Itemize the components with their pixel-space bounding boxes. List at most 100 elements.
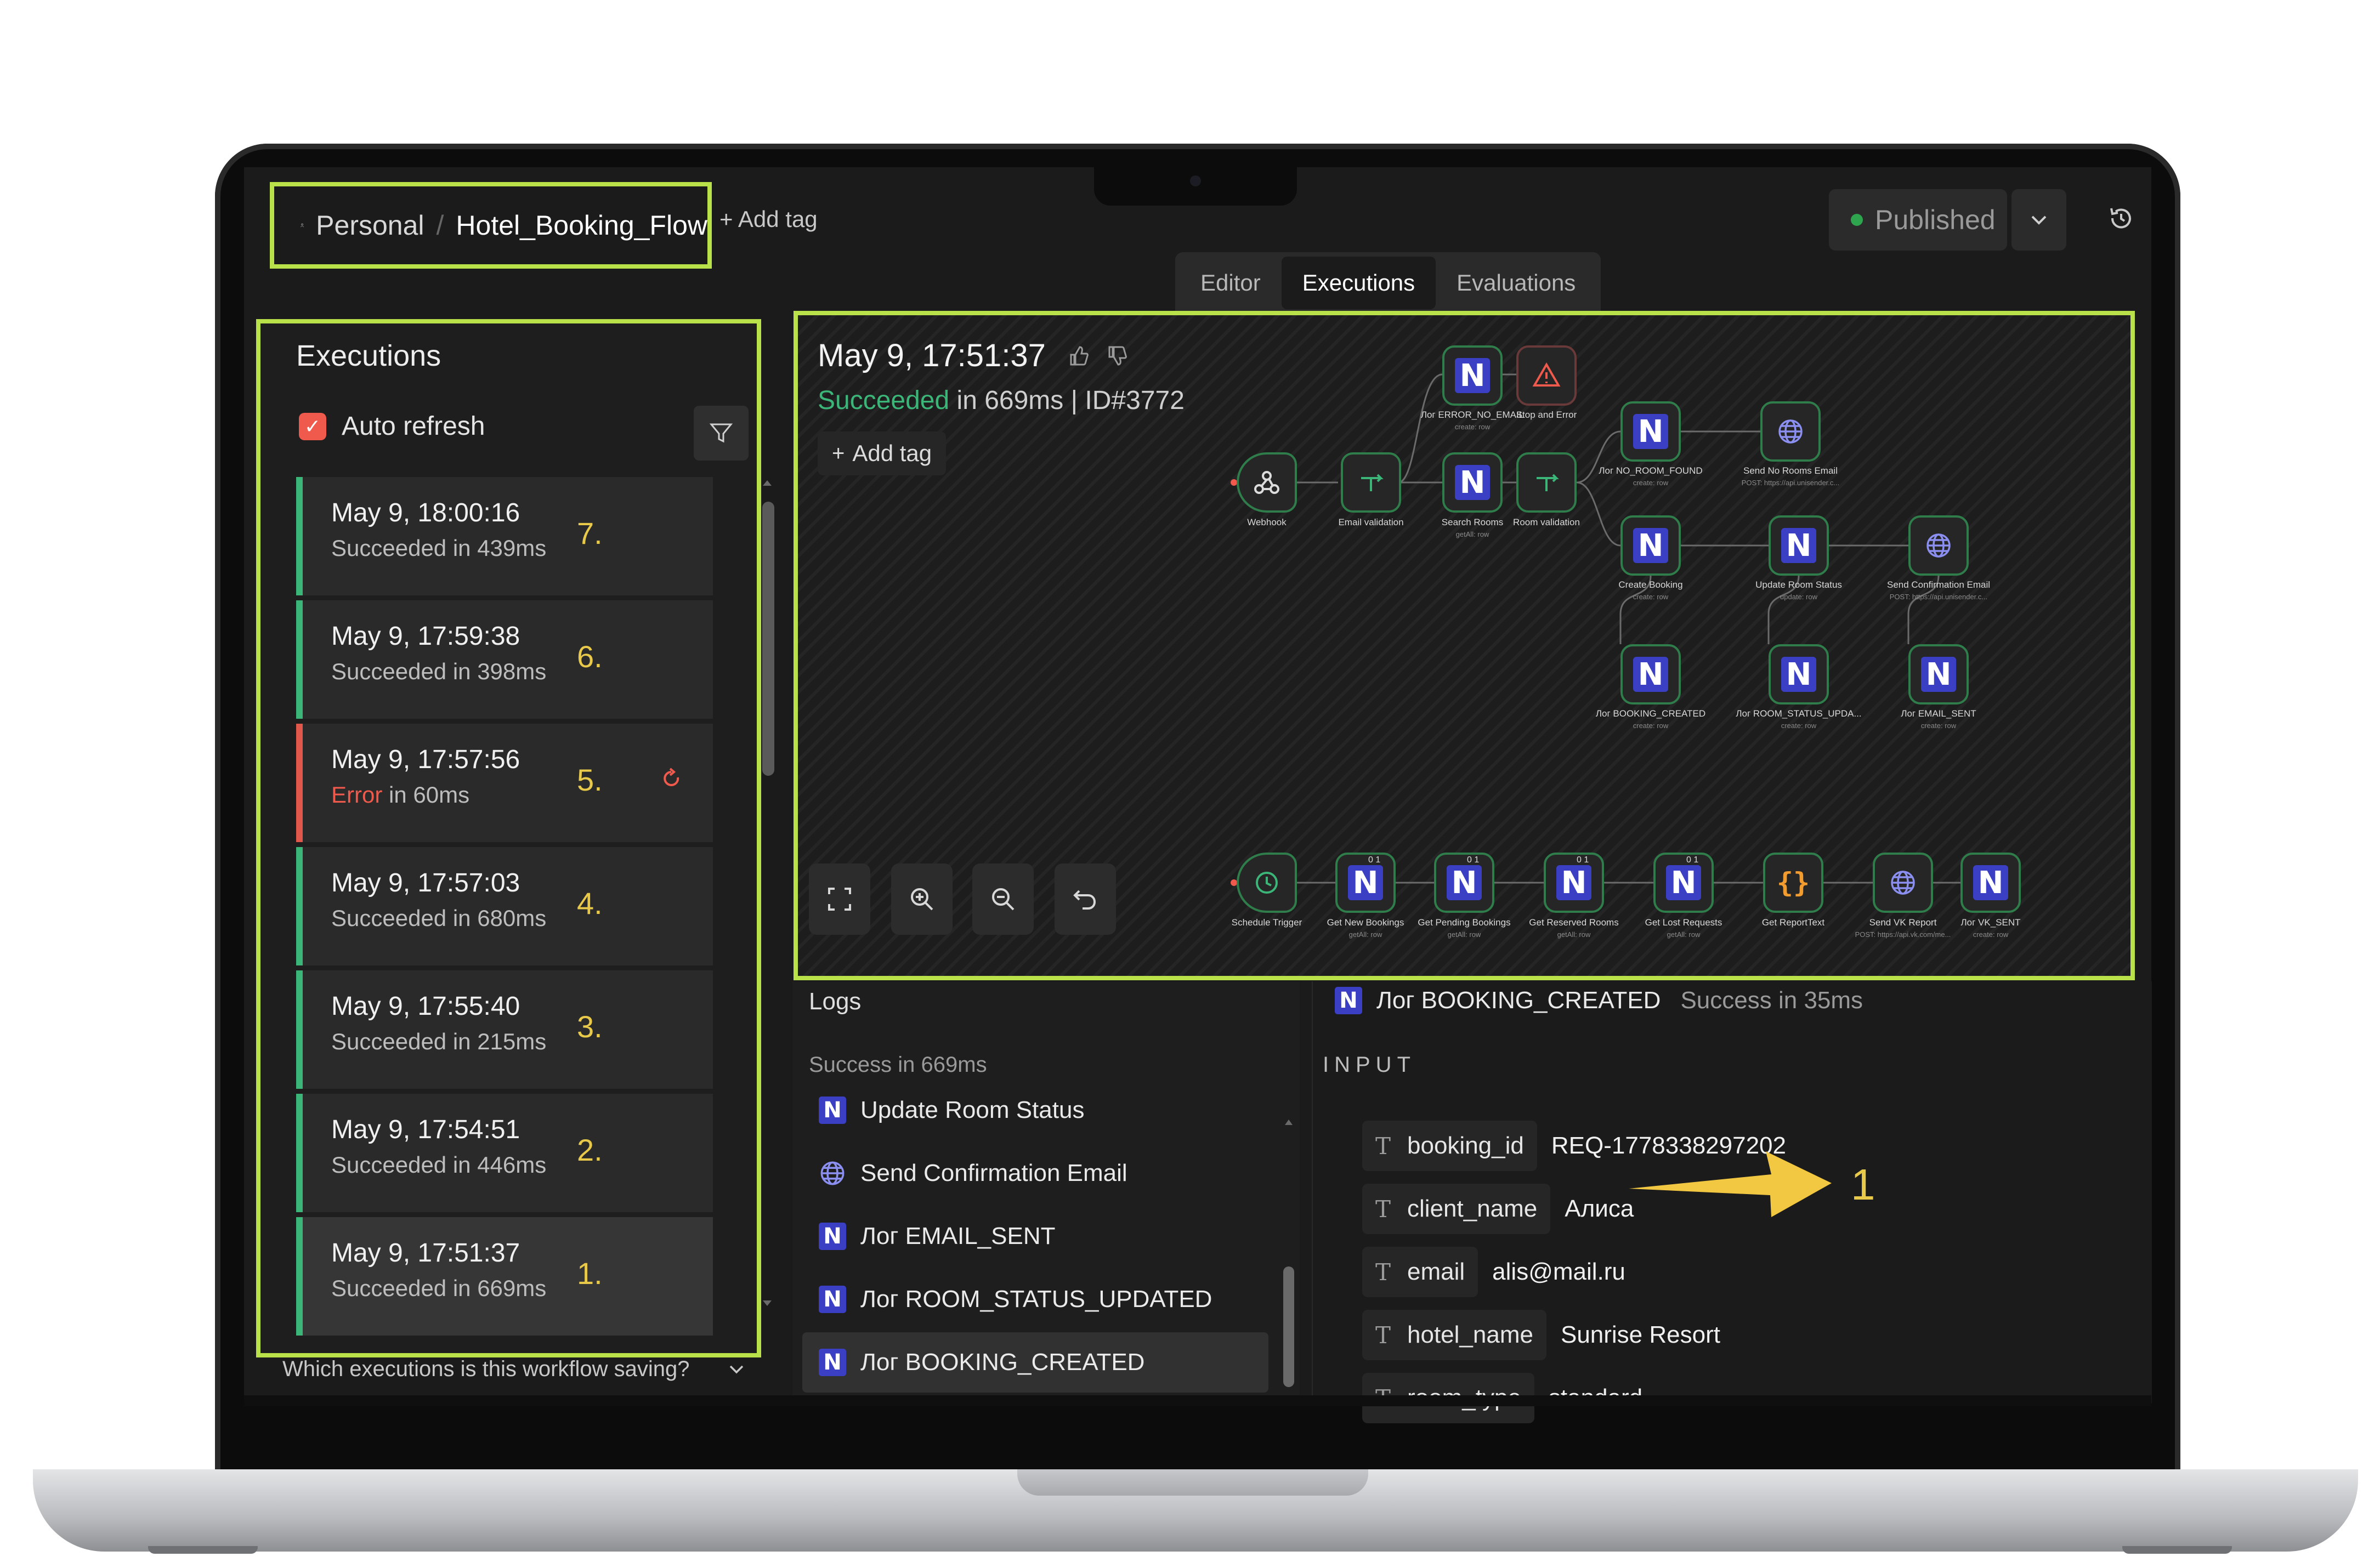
log-item-label: Лог EMAIL_SENT (860, 1223, 1056, 1249)
annotation-number: 1. (577, 1256, 603, 1291)
email-validation-node[interactable] (1341, 452, 1401, 513)
n-icon: N (1666, 865, 1701, 901)
log-booking-created-node[interactable]: N (1620, 644, 1681, 705)
node-detail-status: Success in 35ms (1680, 987, 1863, 1014)
node-label: Send No Rooms Email (1743, 465, 1838, 476)
zoom-in-icon (911, 888, 933, 911)
log-item[interactable]: Send Confirmation Email (802, 1143, 1268, 1203)
saving-settings-dropdown[interactable]: Which executions is this workflow saving… (282, 1357, 745, 1382)
reset-zoom-button[interactable] (1055, 863, 1116, 935)
get-reserved-rooms-node[interactable]: N (1544, 853, 1604, 913)
node-badge: 0 1 (1577, 855, 1589, 865)
text-type-icon: T (1375, 1258, 1391, 1286)
update-room-status-node[interactable]: N (1769, 515, 1829, 576)
executions-scrollbar-thumb[interactable] (762, 502, 774, 776)
execution-item[interactable]: May 9, 17:57:03 Succeeded in 680ms 4. (296, 847, 713, 965)
node-badge: 0 1 (1686, 855, 1699, 865)
checkbox-checked-icon[interactable]: ✓ (299, 412, 326, 440)
log-item[interactable]: N Лог ROOM_STATUS_UPDATED (802, 1269, 1268, 1330)
zoom-in-button[interactable] (891, 863, 953, 935)
room-validation-node[interactable] (1516, 452, 1577, 513)
n-icon: N (1455, 465, 1490, 501)
execution-item[interactable]: May 9, 17:59:38 Succeeded in 398ms 6. (296, 600, 713, 719)
n-icon: N (1633, 414, 1668, 450)
add-tag-button[interactable]: + Add tag (719, 206, 818, 232)
n-icon: N (1335, 987, 1362, 1014)
n-icon: N (1781, 657, 1816, 692)
input-field-row: Tclient_name Алиса (1362, 1181, 1634, 1236)
globe-icon (1778, 419, 1803, 444)
execution-status: Succeeded in 669ms (331, 1275, 547, 1301)
workflow-canvas[interactable]: May 9, 17:51:37 Succeeded in 669ms | ID#… (794, 311, 2135, 980)
filter-icon (709, 423, 733, 443)
log-error-no-email-node[interactable]: N (1442, 345, 1503, 406)
get-new-bookings-node[interactable]: N (1335, 853, 1396, 913)
n-icon: N (819, 1223, 846, 1250)
log-email-sent-node[interactable]: N (1908, 644, 1969, 705)
execution-status: Succeeded in 215ms (331, 1029, 547, 1054)
execution-item-selected[interactable]: May 9, 17:51:37 Succeeded in 669ms 1. (296, 1217, 713, 1336)
execution-item-error[interactable]: May 9, 17:57:56 Error in 60ms 5. (296, 724, 713, 842)
zoom-out-button[interactable] (972, 863, 1034, 935)
node-subtitle: create: row (1781, 721, 1817, 730)
annotation-arrow-icon (1629, 1151, 1832, 1217)
breadcrumb-separator: / (436, 210, 444, 241)
n-icon: N (1633, 528, 1668, 564)
node-label: Send Confirmation Email (1886, 580, 1991, 590)
log-item-selected[interactable]: N Лог BOOKING_CREATED (802, 1332, 1268, 1393)
log-vk-sent-node[interactable]: N (1960, 853, 2021, 913)
log-room-status-updated-node[interactable]: N (1769, 644, 1829, 705)
camera-notch (1094, 167, 1297, 206)
log-item[interactable]: N Update Room Status (802, 1080, 1268, 1140)
schedule-trigger-node[interactable] (1237, 853, 1297, 913)
retry-icon[interactable] (659, 766, 683, 797)
logs-scrollbar-thumb[interactable] (1283, 1266, 1294, 1387)
tab-evaluations[interactable]: Evaluations (1436, 257, 1596, 309)
send-no-rooms-email-node[interactable] (1760, 401, 1821, 462)
laptop-opening-notch (1017, 1469, 1368, 1496)
log-no-room-found-node[interactable]: N (1620, 401, 1681, 462)
execution-date: May 9, 17:54:51 (331, 1115, 520, 1144)
tab-editor[interactable]: Editor (1180, 257, 1282, 309)
field-key: Thotel_name (1362, 1310, 1546, 1360)
node-subtitle: getAll: row (1455, 530, 1489, 538)
execution-date: May 9, 17:57:03 (331, 868, 520, 897)
get-report-text-node[interactable]: {} (1763, 853, 1823, 913)
field-key: Tclient_name (1362, 1184, 1551, 1234)
fit-view-button[interactable] (809, 863, 870, 935)
search-rooms-node[interactable]: N (1442, 452, 1503, 513)
node-subtitle: POST: https://api.unisender.c... (1741, 479, 1840, 487)
webhook-node[interactable] (1237, 452, 1297, 513)
create-booking-node[interactable]: N (1620, 515, 1681, 576)
published-status-button[interactable]: Published (1829, 189, 2007, 251)
log-item[interactable]: N Лог EMAIL_SENT (802, 1206, 1268, 1266)
field-value: Sunrise Resort (1560, 1321, 1720, 1348)
workflow-name[interactable]: Hotel_Booking_Flow (456, 209, 707, 241)
execution-date: May 9, 17:57:56 (331, 745, 520, 774)
text-type-icon: T (1375, 1195, 1391, 1223)
node-detail-header: N Лог BOOKING_CREATED Success in 35ms (1335, 987, 1863, 1014)
history-button[interactable] (2106, 203, 2137, 241)
chevron-down-icon (2031, 215, 2047, 225)
get-pending-bookings-node[interactable]: N (1434, 853, 1494, 913)
zoom-out-icon (992, 888, 1015, 911)
execution-item[interactable]: May 9, 18:00:16 Succeeded in 439ms 7. (296, 477, 713, 595)
send-confirmation-email-node[interactable] (1908, 515, 1969, 576)
node-label: Update Room Status (1755, 580, 1842, 590)
workspace-link[interactable]: Personal (316, 209, 424, 241)
execution-item[interactable]: May 9, 17:54:51 Succeeded in 446ms 2. (296, 1094, 713, 1212)
clock-icon (1256, 872, 1278, 894)
stop-and-error-node[interactable] (1516, 345, 1577, 406)
n-icon: N (1781, 528, 1816, 564)
tab-executions[interactable]: Executions (1281, 257, 1436, 309)
history-icon (2110, 208, 2131, 229)
n-icon: N (1973, 865, 2008, 901)
node-detail-title: Лог BOOKING_CREATED (1376, 987, 1661, 1014)
auto-refresh-toggle[interactable]: ✓ Auto refresh (299, 411, 485, 441)
get-lost-requests-node[interactable]: N (1653, 853, 1714, 913)
send-vk-report-node[interactable] (1873, 853, 1933, 913)
filter-button[interactable] (694, 406, 749, 461)
execution-item[interactable]: May 9, 17:55:40 Succeeded in 215ms 3. (296, 970, 713, 1089)
log-item-label: Send Confirmation Email (860, 1160, 1127, 1186)
publish-dropdown-button[interactable] (2011, 189, 2066, 251)
